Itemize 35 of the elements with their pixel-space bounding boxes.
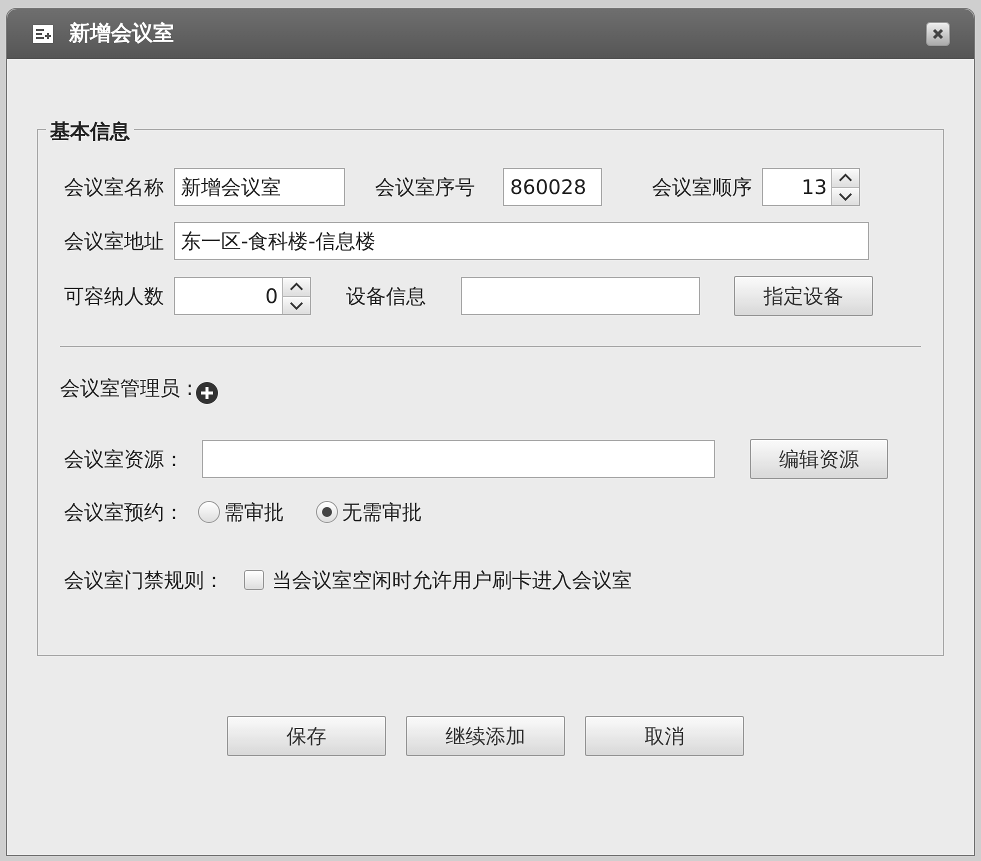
window-title: 新增会议室 [69, 20, 174, 48]
equipment-field[interactable] [461, 277, 700, 315]
spinner-value: 0 [265, 283, 278, 310]
field-label: 会议室资源： [64, 446, 184, 473]
field-label: 会议室顺序 [652, 174, 752, 201]
assign-equipment-button[interactable]: 指定设备 [734, 276, 873, 316]
dialog-button[interactable]: 继续添加 [406, 716, 565, 756]
dialog-button[interactable]: 保存 [227, 716, 386, 756]
radio-button[interactable] [198, 501, 220, 523]
checkbox-label: 当会议室空闲时允许用户刷卡进入会议室 [272, 567, 632, 594]
field-label: 会议室序号 [375, 174, 475, 201]
address-field[interactable]: 东一区-食科楼-信息楼 [174, 222, 869, 260]
radio-label: 需审批 [224, 499, 284, 526]
close-button[interactable] [926, 22, 950, 46]
add-icon[interactable] [195, 381, 220, 405]
field-label: 会议室名称 [64, 174, 164, 201]
edit-resource-button[interactable]: 编辑资源 [750, 439, 888, 479]
field-label: 可容纳人数 [64, 283, 164, 310]
radio-label: 无需审批 [342, 499, 422, 526]
number-spinner[interactable]: 0 [174, 277, 311, 315]
field-label: 会议室地址 [64, 228, 164, 255]
dialog-button[interactable]: 取消 [585, 716, 744, 756]
checkbox[interactable] [244, 570, 264, 590]
number-spinner[interactable]: 13 [762, 168, 860, 206]
field-label: 会议室门禁规则： [64, 567, 224, 594]
spinner-value: 13 [802, 174, 827, 201]
name-field[interactable]: 新增会议室 [174, 168, 345, 206]
form-icon [31, 22, 55, 46]
radio-button[interactable] [316, 501, 338, 523]
field-label: 会议室预约： [64, 499, 184, 526]
close-icon [932, 28, 944, 40]
resource-field[interactable] [202, 440, 715, 478]
field-label: 设备信息 [346, 283, 426, 310]
field-label: 会议室管理员 : [60, 375, 194, 402]
serial-field[interactable]: 860028 [503, 168, 602, 206]
